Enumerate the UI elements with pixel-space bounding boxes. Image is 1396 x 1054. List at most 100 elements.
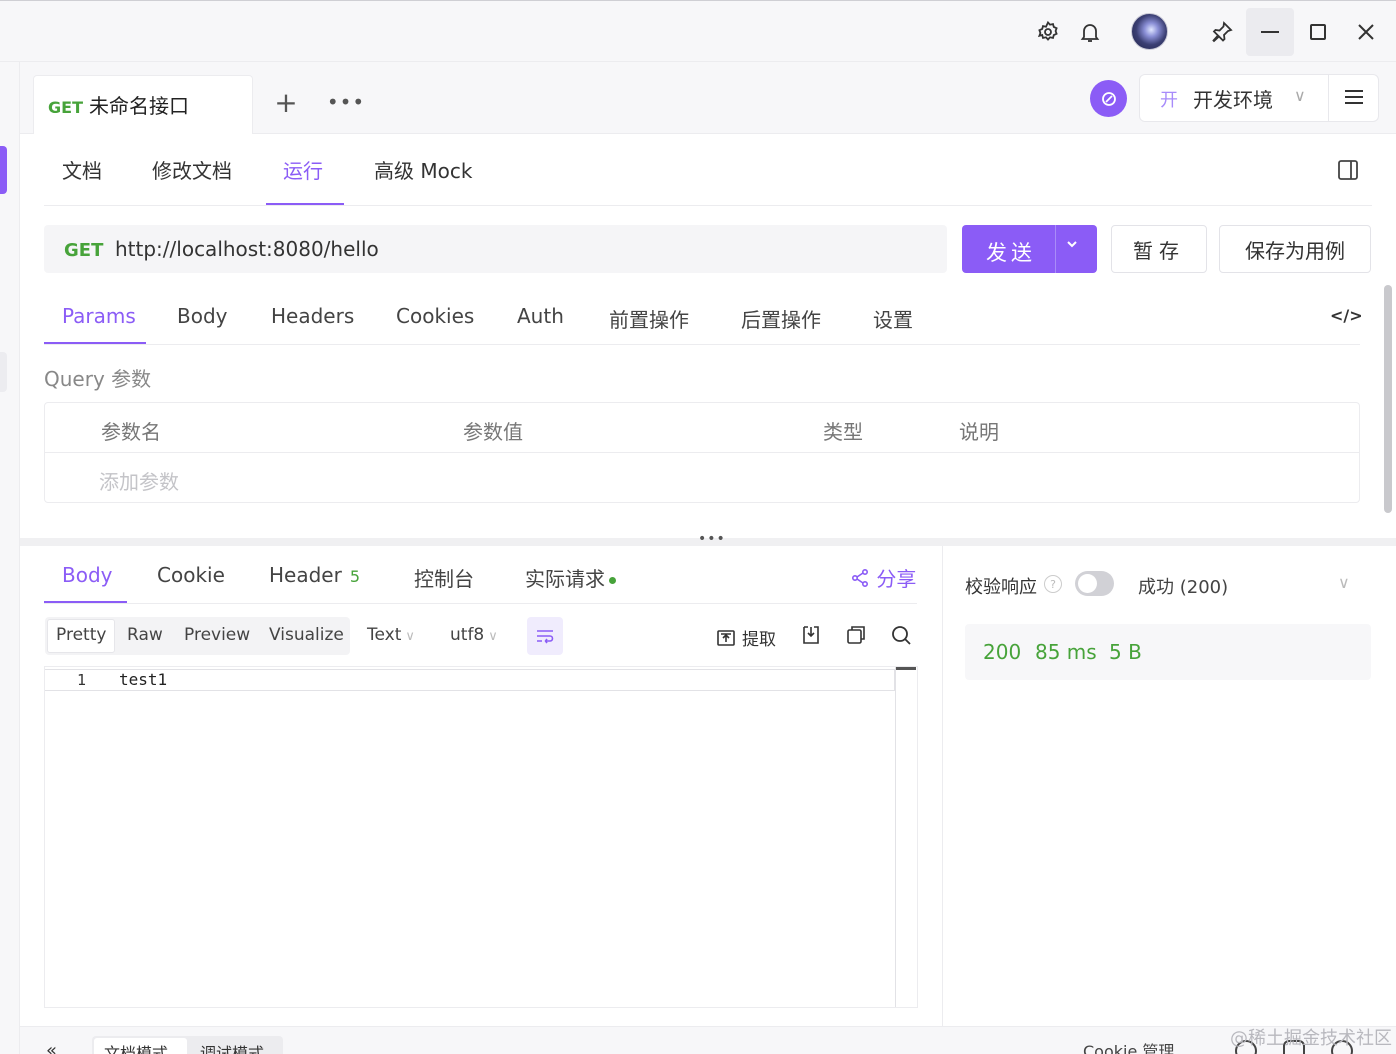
response-time: 85 ms (1035, 640, 1097, 664)
query-params-label: Query 参数 (44, 367, 152, 391)
share-label: 分享 (876, 567, 917, 591)
tab-console[interactable]: 控制台 (414, 563, 474, 592)
pin-icon[interactable] (1208, 18, 1236, 46)
env-tag: 开 (1160, 90, 1178, 111)
divider (44, 603, 917, 604)
tab-settings[interactable]: 设置 (873, 304, 913, 333)
line-number: 1 (77, 671, 87, 689)
search-icon[interactable] (890, 624, 914, 648)
tab-name: 未命名接口 (88, 94, 189, 118)
chevron-down-icon: ∨ (405, 629, 415, 644)
tab-post-script[interactable]: 后置操作 (741, 304, 821, 333)
status-code: 200 (983, 640, 1022, 664)
vertical-divider (942, 546, 943, 1026)
cookie-manager-button[interactable]: Cookie 管理 (1083, 1038, 1174, 1054)
header-count-badge: 5 (349, 567, 361, 586)
sidebar-active-marker[interactable] (0, 146, 7, 194)
avatar[interactable] (1131, 13, 1168, 50)
bell-icon[interactable] (1076, 18, 1104, 46)
view-preview[interactable]: Preview (184, 625, 250, 645)
send-label[interactable]: 发送 (986, 237, 1036, 267)
column-header-name: 参数名 (101, 420, 161, 444)
sync-button[interactable] (1090, 80, 1127, 117)
close-icon[interactable] (1352, 18, 1380, 46)
download-icon[interactable] (800, 624, 824, 648)
view-visualize[interactable]: Visualize (269, 625, 344, 645)
view-raw[interactable]: Raw (127, 625, 163, 645)
code-icon[interactable]: </> (1330, 306, 1363, 325)
code-line[interactable]: test1 (119, 670, 167, 689)
env-name: 开发环境 (1193, 88, 1273, 112)
tab-edit-doc[interactable]: 修改文档 (152, 155, 232, 184)
chevron-down-icon[interactable]: ∨ (1338, 573, 1350, 592)
view-pretty[interactable]: Pretty (56, 625, 106, 645)
editor-scrollbar-track (895, 667, 896, 1007)
tab-doc[interactable]: 文档 (62, 155, 102, 184)
send-divider (1055, 225, 1056, 273)
column-header-value: 参数值 (463, 420, 523, 444)
sidebar-marker[interactable] (0, 352, 7, 392)
tab-headers[interactable]: Headers (271, 304, 354, 328)
left-sidebar-strip (0, 62, 20, 1054)
encoding-select[interactable]: utf8 ∨ (450, 625, 498, 645)
toggle-knob (1078, 574, 1097, 593)
chevron-down-icon: ∨ (1294, 86, 1306, 105)
url-input[interactable]: http://localhost:8080/hello (115, 237, 379, 261)
success-select[interactable]: 成功 (200) (1138, 573, 1228, 599)
watermark: @稀土掘金技术社区 (1230, 1028, 1392, 1049)
request-tab-title[interactable]: GET 未命名接口 (48, 90, 189, 119)
env-divider (1328, 74, 1329, 122)
table-header-divider (45, 452, 1359, 453)
collapse-sidebar-icon[interactable]: « (46, 1040, 57, 1054)
url-method[interactable]: GET (64, 240, 103, 261)
tab-cookies[interactable]: Cookies (396, 304, 474, 328)
share-button[interactable]: 分享 (850, 563, 916, 592)
tab-response-cookie[interactable]: Cookie (157, 563, 225, 587)
more-icon[interactable]: ••• (327, 86, 364, 118)
tab-run[interactable]: 运行 (283, 155, 323, 184)
tab-mock[interactable]: 高级 Mock (374, 155, 472, 184)
extract-button[interactable]: 提取 (716, 625, 776, 650)
tab-pre-script[interactable]: 前置操作 (609, 304, 689, 333)
send-options-chevron-icon[interactable] (1066, 238, 1078, 254)
validate-response-label: 校验响应 (965, 577, 1037, 598)
tab-auth[interactable]: Auth (517, 304, 564, 328)
chevron-down-icon: ∨ (488, 629, 498, 644)
tab-actual-request[interactable]: 实际请求 (525, 563, 616, 592)
menu-icon[interactable] (1343, 88, 1365, 106)
settings-icon[interactable] (1034, 18, 1062, 46)
copy-icon[interactable] (845, 624, 869, 648)
editor-scrollbar-thumb[interactable] (896, 667, 916, 670)
debug-mode-tab[interactable]: 调试模式 (200, 1040, 264, 1054)
actual-request-label: 实际请求 (525, 567, 605, 591)
response-size: 5 B (1109, 640, 1142, 664)
maximize-icon[interactable] (1310, 24, 1326, 40)
add-param-input[interactable]: 添加参数 (99, 466, 179, 495)
word-wrap-button[interactable] (527, 617, 563, 655)
save-draft-button[interactable]: 暂存 (1111, 225, 1207, 273)
column-header-desc: 说明 (959, 420, 999, 444)
save-as-case-button[interactable]: 保存为用例 (1219, 225, 1371, 273)
add-tab-button[interactable]: + (270, 86, 302, 119)
scrollbar[interactable] (1384, 285, 1392, 513)
tab-response-header[interactable]: Header 5 (269, 563, 360, 587)
share-icon (851, 568, 869, 588)
side-panel-icon[interactable] (1336, 158, 1360, 182)
encoding-value: utf8 (450, 625, 485, 645)
format-value: Text (367, 625, 402, 645)
format-select[interactable]: Text ∨ (367, 625, 415, 645)
divider (44, 344, 1360, 345)
divider (44, 205, 1372, 206)
response-editor[interactable] (44, 666, 918, 1008)
column-header-type: 类型 (823, 420, 863, 444)
current-line-highlight (45, 669, 895, 691)
response-status-summary (965, 624, 1371, 680)
tab-response-body[interactable]: Body (62, 563, 113, 587)
tab-body[interactable]: Body (177, 304, 228, 328)
extract-label: 提取 (742, 630, 776, 650)
splitter-handle-icon[interactable]: ••• (698, 531, 726, 547)
tab-params[interactable]: Params (62, 304, 136, 328)
doc-mode-tab[interactable]: 文档模式 (104, 1040, 168, 1054)
help-icon[interactable]: ? (1044, 575, 1062, 593)
minimize-icon (1261, 31, 1279, 33)
